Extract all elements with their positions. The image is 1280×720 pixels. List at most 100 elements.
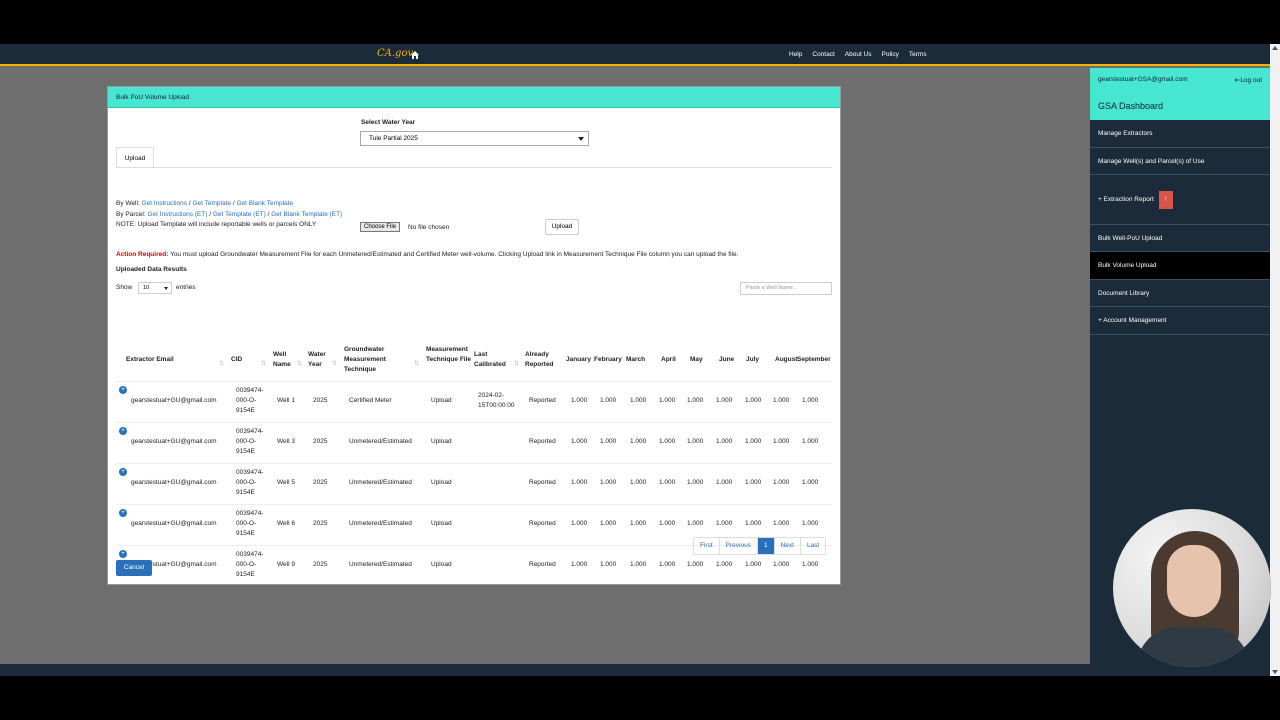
cell-month-value: 1.000: [802, 520, 819, 527]
sidebar-item-document-library[interactable]: Document Library: [1090, 280, 1270, 307]
sort-icon[interactable]: ⇅: [332, 360, 337, 367]
home-icon[interactable]: [410, 50, 420, 60]
sort-icon[interactable]: ⇅: [514, 360, 519, 367]
top-menu: Help Contact About Us Policy Terms: [789, 51, 927, 58]
col-april[interactable]: April: [661, 355, 676, 365]
cell-water-year: 2025: [313, 479, 328, 486]
col-water-year[interactable]: Water Year: [308, 350, 334, 370]
sidebar-item-account-management[interactable]: + Account Management: [1090, 307, 1270, 335]
cell-month-value: 1.000: [600, 561, 617, 568]
cell-month-value: 1.000: [659, 520, 676, 527]
scroll-up-icon[interactable]: [1272, 46, 1278, 50]
cell-month-value: 1.000: [716, 438, 733, 445]
cell-upload-link[interactable]: Upload: [431, 396, 452, 406]
col-march[interactable]: March: [626, 355, 645, 365]
cell-technique: Unmetered/Estimated: [349, 438, 412, 445]
nav-help[interactable]: Help: [789, 51, 802, 58]
page-previous[interactable]: Previous: [720, 538, 758, 554]
cell-cid: 0039474-000-O-9154E: [236, 551, 264, 578]
col-measurement-technique[interactable]: Groundwater Measurement Technique: [344, 345, 408, 375]
page-1[interactable]: 1: [757, 538, 775, 554]
sidebar-item-label: Document Library: [1098, 289, 1150, 297]
col-cid[interactable]: CID: [231, 355, 242, 365]
cell-upload-link[interactable]: Upload: [431, 519, 452, 529]
cell-month-value: 1.000: [571, 561, 588, 568]
sidebar-item-bulk-volume-upload[interactable]: Bulk Volume Upload: [1090, 252, 1270, 280]
show-label: Show: [116, 284, 133, 291]
cell-upload-link[interactable]: Upload: [431, 560, 452, 570]
sidebar-item-extraction-report[interactable]: + Extraction Report!: [1090, 175, 1270, 225]
modal-title: Bulk PoU Volume Upload: [116, 94, 189, 101]
bulk-upload-modal: Bulk PoU Volume Upload Select Water Year…: [107, 86, 841, 585]
expand-row-icon[interactable]: +: [119, 550, 127, 558]
col-may[interactable]: May: [690, 355, 703, 365]
get-blank-template-et-link[interactable]: Get Blank Template (ET): [271, 211, 342, 218]
water-year-select[interactable]: Tule Partial 2025: [360, 131, 589, 146]
expand-row-icon[interactable]: +: [119, 468, 127, 476]
cell-month-value: 1.000: [745, 438, 762, 445]
expand-row-icon[interactable]: +: [119, 386, 127, 394]
page-next[interactable]: Next: [775, 538, 801, 554]
sort-icon[interactable]: ⇅: [297, 360, 302, 367]
expand-row-icon[interactable]: +: [119, 427, 127, 435]
cell-month-value: 1.000: [571, 520, 588, 527]
page-last[interactable]: Last: [801, 538, 825, 554]
cell-cid: 0039474-000-O-9154E: [236, 428, 264, 455]
table-row: + gearstestuat+GU@gmail.com 0039474-000-O-…: [116, 381, 832, 422]
col-july[interactable]: July: [746, 355, 759, 365]
get-blank-template-link[interactable]: Get Blank Template: [236, 200, 293, 207]
cell-month-value: 1.000: [745, 397, 762, 404]
col-february[interactable]: February: [594, 355, 622, 365]
cell-upload-link[interactable]: Upload: [431, 478, 452, 488]
choose-file-button[interactable]: Choose File: [360, 222, 401, 232]
nav-about-us[interactable]: About Us: [845, 51, 872, 58]
sidebar-item-bulk-well-pou-upload[interactable]: Bulk Well-PoU Upload: [1090, 225, 1270, 252]
upload-button[interactable]: Upload: [545, 219, 579, 235]
cell-reported-link[interactable]: Reported: [529, 560, 556, 570]
nav-terms[interactable]: Terms: [909, 51, 927, 58]
cell-reported-link[interactable]: Reported: [529, 437, 556, 447]
expand-row-icon[interactable]: +: [119, 509, 127, 517]
nav-contact[interactable]: Contact: [812, 51, 834, 58]
page-first[interactable]: First: [694, 538, 720, 554]
col-september[interactable]: September: [797, 355, 831, 365]
cancel-button[interactable]: Cancel: [116, 560, 152, 576]
sort-icon[interactable]: ⇅: [414, 360, 419, 367]
scroll-down-icon[interactable]: [1272, 670, 1278, 674]
ca-gov-logo[interactable]: CA.gov: [377, 48, 413, 63]
col-extractor-email[interactable]: Extractor Email: [126, 355, 174, 365]
cell-reported-link[interactable]: Reported: [529, 478, 556, 488]
sidebar-item-manage-extractors[interactable]: Manage Extractors: [1090, 120, 1270, 148]
sort-icon[interactable]: ⇅: [261, 360, 266, 367]
by-well-row: By Well: Get Instructions / Get Template…: [116, 200, 294, 207]
sidebar-item-manage-wells[interactable]: Manage Well(s) and Parcel(s) of Use: [1090, 148, 1270, 175]
mouse-cursor: [455, 337, 459, 345]
cell-reported-link[interactable]: Reported: [529, 396, 556, 406]
col-technique-file[interactable]: Measurement Technique File: [426, 345, 476, 365]
get-template-link[interactable]: Get Template: [192, 200, 231, 207]
col-august[interactable]: August: [775, 355, 797, 365]
tab-upload[interactable]: Upload: [116, 147, 154, 168]
logout-link[interactable]: ⇤Log out: [1235, 76, 1262, 84]
page-scrollbar[interactable]: [1270, 44, 1280, 676]
cell-month-value: 1.000: [687, 561, 704, 568]
get-template-et-link[interactable]: Get Template (ET): [213, 211, 266, 218]
entries-per-page-select[interactable]: 10: [138, 282, 172, 294]
col-june[interactable]: June: [719, 355, 734, 365]
cell-reported-link[interactable]: Reported: [529, 519, 556, 529]
cell-cid: 0039474-000-O-9154E: [236, 510, 264, 537]
col-january[interactable]: January: [566, 355, 591, 365]
logout-label: Log out: [1240, 77, 1262, 84]
cell-month-value: 1.000: [600, 438, 617, 445]
cell-upload-link[interactable]: Upload: [431, 437, 452, 447]
cell-month-value: 1.000: [571, 438, 588, 445]
nav-policy[interactable]: Policy: [882, 51, 899, 58]
get-instructions-link[interactable]: Get Instructions: [142, 200, 188, 207]
get-instructions-et-link[interactable]: Get Instructions (ET): [147, 211, 207, 218]
col-last-calibrated[interactable]: Last Calibrated: [474, 350, 516, 370]
sort-icon[interactable]: ⇅: [219, 360, 224, 367]
col-already-reported[interactable]: Already Reported: [525, 350, 563, 370]
webcam-overlay: [1113, 509, 1271, 667]
cell-month-value: 1.000: [659, 397, 676, 404]
well-search-input[interactable]: Paste a Well Name...: [740, 282, 832, 295]
